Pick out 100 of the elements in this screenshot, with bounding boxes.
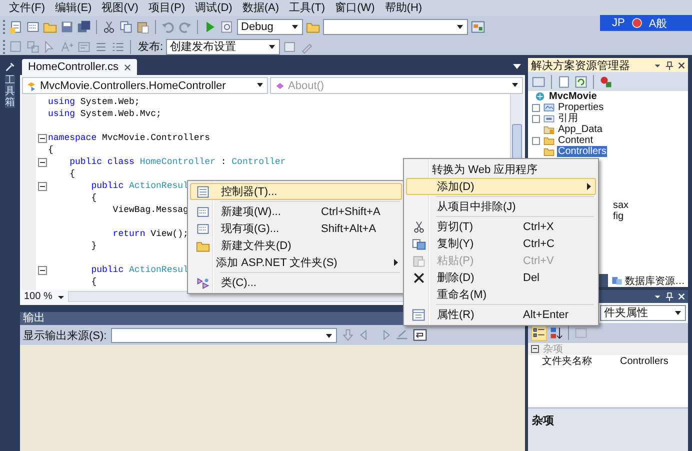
open-folder-icon[interactable]: [43, 20, 57, 34]
document-tab[interactable]: HomeController.cs: [22, 59, 138, 75]
folder-icon: [543, 124, 555, 135]
collapse-icon[interactable]: [38, 182, 46, 190]
toolbar-icon[interactable]: [471, 20, 485, 34]
tree-item[interactable]: Content: [557, 135, 594, 146]
code-line: {: [68, 168, 76, 180]
tree-item[interactable]: 引用: [557, 113, 579, 124]
menu-item[interactable]: 帮助(H): [380, 1, 428, 15]
menu-item[interactable]: 现有项(G)... Shift+Alt+A: [190, 220, 402, 237]
collapse-icon[interactable]: [38, 158, 46, 166]
object-dropdown[interactable]: 件夹属性: [600, 305, 686, 321]
code-line: {: [90, 192, 97, 204]
panel-title: 输出: [23, 312, 45, 324]
menu-item[interactable]: 数据(A): [237, 1, 284, 15]
tools-icon[interactable]: [4, 61, 16, 73]
menu-item[interactable]: 工具(T): [284, 1, 330, 15]
code-line: {: [48, 144, 54, 156]
collapse-icon[interactable]: [38, 134, 46, 142]
menu-item[interactable]: 编辑(E): [50, 1, 97, 15]
tree-item[interactable]: sax: [612, 200, 630, 211]
type-dropdown[interactable]: MvcMovie.Controllers.HomeController: [22, 77, 268, 94]
close-icon[interactable]: [124, 64, 132, 70]
pin-icon[interactable]: [665, 60, 674, 70]
menu-item[interactable]: 文件(F): [4, 1, 50, 15]
copy-icon[interactable]: [119, 20, 133, 34]
menu-item[interactable]: 添加 ASP.NET 文件夹(S): [190, 254, 402, 271]
code-line: return View();: [112, 228, 188, 240]
menu-item[interactable]: 属性(R) Alt+Enter: [406, 306, 596, 323]
new-project-icon[interactable]: [9, 20, 23, 34]
refresh-icon[interactable]: [574, 74, 588, 88]
menu-item[interactable]: 视图(V): [96, 1, 144, 15]
property-name: 文件夹名称: [542, 354, 593, 368]
language-bar[interactable]: JP A般: [600, 15, 692, 31]
close-icon[interactable]: [677, 60, 686, 70]
cut-icon[interactable]: [102, 20, 116, 34]
code-line: public ActionResul: [90, 180, 188, 192]
code-line: public ActionResul: [90, 264, 188, 276]
tree-item[interactable]: MvcMovie: [548, 91, 598, 102]
menu-item[interactable]: 从项目中排除(J): [406, 198, 596, 215]
collapse-icon[interactable]: [38, 266, 46, 274]
add-item-icon[interactable]: [26, 20, 40, 34]
folder-icon[interactable]: [306, 20, 320, 34]
delete-icon: [412, 270, 426, 284]
expand-icon[interactable]: [532, 136, 540, 144]
menu-item[interactable]: 新建项(W)... Ctrl+Shift+A: [190, 203, 402, 220]
menu-item[interactable]: 项目(P): [143, 1, 190, 15]
document-icon: [196, 184, 210, 198]
menu-item[interactable]: 剪切(T) Ctrl+X: [406, 218, 596, 235]
panel-title: 解决方案资源管理器: [531, 58, 630, 72]
output-source-label: 显示输出来源(S):: [23, 328, 107, 342]
menu-item[interactable]: 添加(D): [406, 178, 596, 195]
expand-icon[interactable]: [532, 114, 540, 122]
save-icon[interactable]: [60, 20, 74, 34]
tree-item[interactable]: Properties: [557, 102, 605, 113]
zoom-dropdown[interactable]: 100 %: [22, 291, 68, 302]
code-line: using System.Web.Mvc;: [48, 108, 162, 120]
output-source-dropdown[interactable]: [110, 328, 337, 342]
database-explorer-tab[interactable]: 数据库资源…: [608, 274, 688, 287]
menu-item[interactable]: 调试(D): [190, 1, 238, 15]
publish-dropdown[interactable]: 创建发布设置: [166, 38, 280, 54]
configuration-dropdown[interactable]: Debug: [237, 19, 303, 35]
categorized-icon[interactable]: [532, 326, 546, 340]
tree-item[interactable]: App_Data: [557, 124, 604, 135]
show-files-icon[interactable]: [557, 74, 571, 88]
code-line: }: [90, 240, 97, 252]
properties-icon: [543, 102, 555, 113]
menu-item[interactable]: 转换为 Web 应用程序: [406, 161, 596, 178]
menu-item[interactable]: 重命名(M): [406, 286, 596, 303]
folder-icon: [543, 135, 555, 146]
property-value[interactable]: Controllers: [620, 356, 668, 366]
menu-item[interactable]: 新建文件夹(D): [190, 237, 402, 254]
existing-item-icon: [196, 222, 210, 236]
menu-item[interactable]: 窗口(W): [330, 1, 380, 15]
copy-icon: [412, 236, 426, 250]
properties-icon[interactable]: [532, 74, 546, 88]
toolbox-tab[interactable]: 工具箱: [5, 75, 15, 108]
menu-item[interactable]: 类(C)...: [190, 274, 402, 291]
word-wrap-icon[interactable]: [412, 328, 427, 342]
find-icon[interactable]: [220, 20, 234, 34]
search-dropdown[interactable]: [323, 19, 468, 35]
code-line: {: [90, 276, 97, 288]
menu-item[interactable]: 删除(D) Del: [406, 269, 596, 286]
code-line: public class HomeController : Controller: [68, 156, 286, 168]
menu-item[interactable]: 复制(Y) Ctrl+C: [406, 235, 596, 252]
save-all-icon[interactable]: [77, 20, 91, 34]
expand-icon[interactable]: [532, 104, 540, 112]
dropdown-arrow-icon[interactable]: [513, 64, 521, 69]
collapse-icon[interactable]: [531, 345, 539, 353]
tree-item[interactable]: fig: [612, 211, 625, 222]
tree-item[interactable]: Controllers: [557, 146, 608, 157]
code-line: using System.Web;: [48, 96, 140, 108]
paste-icon: [412, 254, 426, 268]
sort-icon[interactable]: [549, 326, 563, 340]
category-label: 杂项: [543, 342, 563, 356]
paste-icon[interactable]: [136, 20, 150, 34]
database-icon: [611, 275, 623, 286]
class-diagram-icon[interactable]: [599, 74, 613, 88]
class-icon: [196, 276, 210, 290]
menu-item[interactable]: 控制器(T)...: [190, 183, 402, 200]
